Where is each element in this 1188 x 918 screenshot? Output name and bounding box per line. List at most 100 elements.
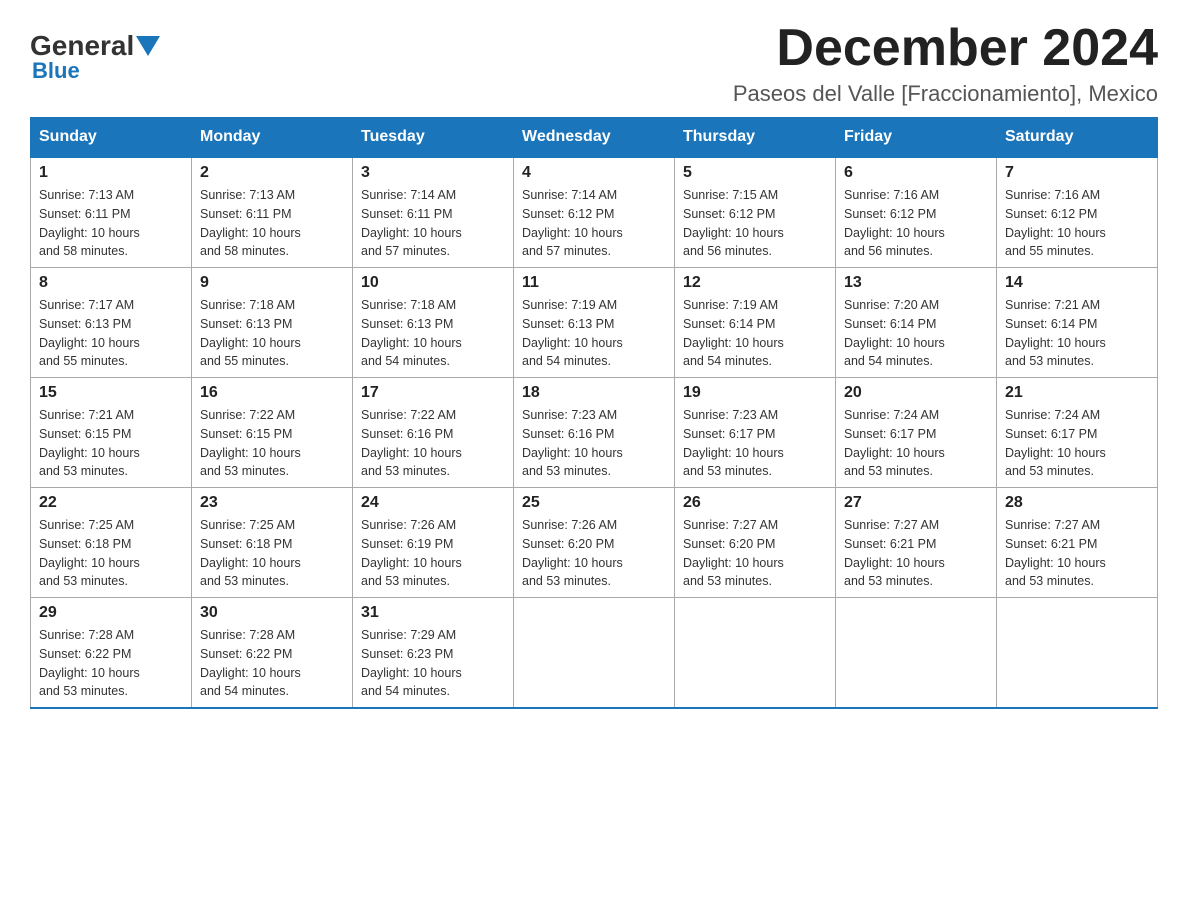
day-info: Sunrise: 7:13 AMSunset: 6:11 PMDaylight:… — [200, 186, 344, 261]
day-info: Sunrise: 7:22 AMSunset: 6:16 PMDaylight:… — [361, 406, 505, 481]
calendar-week-row: 15 Sunrise: 7:21 AMSunset: 6:15 PMDayligh… — [31, 378, 1158, 488]
calendar-day-cell: 24Sunrise: 7:26 AMSunset: 6:19 PMDayligh… — [353, 488, 514, 598]
day-info: Sunrise: 7:14 AMSunset: 6:12 PMDaylight:… — [522, 186, 666, 261]
day-number: 9 — [200, 274, 344, 292]
day-info: Sunrise: 7:25 AMSunset: 6:18 PMDaylight:… — [39, 516, 183, 591]
calendar-day-cell: 1 Sunrise: 7:13 AMSunset: 6:11 PMDaylight… — [31, 157, 192, 268]
day-number: 4 — [522, 164, 666, 182]
day-number: 31 — [361, 604, 505, 622]
day-number: 12 — [683, 274, 827, 292]
day-number: 2 — [200, 164, 344, 182]
calendar-week-row: 8 Sunrise: 7:17 AMSunset: 6:13 PMDaylight… — [31, 268, 1158, 378]
day-number: 27 — [844, 494, 988, 512]
calendar-week-row: 1 Sunrise: 7:13 AMSunset: 6:11 PMDaylight… — [31, 157, 1158, 268]
day-info: Sunrise: 7:16 AMSunset: 6:12 PMDaylight:… — [844, 186, 988, 261]
day-info: Sunrise: 7:15 AMSunset: 6:12 PMDaylight:… — [683, 186, 827, 261]
calendar-day-cell: 19 Sunrise: 7:23 AMSunset: 6:17 PMDayligh… — [675, 378, 836, 488]
calendar-day-cell — [997, 598, 1158, 709]
day-number: 14 — [1005, 274, 1149, 292]
day-number: 10 — [361, 274, 505, 292]
calendar-day-cell: 26 Sunrise: 7:27 AMSunset: 6:20 PMDayligh… — [675, 488, 836, 598]
calendar-day-cell: 23 Sunrise: 7:25 AMSunset: 6:18 PMDayligh… — [192, 488, 353, 598]
day-info: Sunrise: 7:28 AMSunset: 6:22 PMDaylight:… — [200, 626, 344, 701]
day-number: 8 — [39, 274, 183, 292]
day-of-week-header: Sunday — [31, 118, 192, 158]
calendar-day-cell: 20Sunrise: 7:24 AMSunset: 6:17 PMDayligh… — [836, 378, 997, 488]
day-of-week-header: Friday — [836, 118, 997, 158]
day-number: 19 — [683, 384, 827, 402]
day-info: Sunrise: 7:20 AMSunset: 6:14 PMDaylight:… — [844, 296, 988, 371]
calendar-day-cell: 16Sunrise: 7:22 AMSunset: 6:15 PMDayligh… — [192, 378, 353, 488]
day-info: Sunrise: 7:21 AMSunset: 6:14 PMDaylight:… — [1005, 296, 1149, 371]
day-info: Sunrise: 7:23 AMSunset: 6:17 PMDaylight:… — [683, 406, 827, 481]
day-number: 15 — [39, 384, 183, 402]
calendar-day-cell: 25 Sunrise: 7:26 AMSunset: 6:20 PMDayligh… — [514, 488, 675, 598]
calendar-day-cell: 18 Sunrise: 7:23 AMSunset: 6:16 PMDayligh… — [514, 378, 675, 488]
logo-blue-text: Blue — [32, 58, 162, 84]
calendar-day-cell: 12 Sunrise: 7:19 AMSunset: 6:14 PMDayligh… — [675, 268, 836, 378]
calendar-day-cell: 9 Sunrise: 7:18 AMSunset: 6:13 PMDaylight… — [192, 268, 353, 378]
day-info: Sunrise: 7:17 AMSunset: 6:13 PMDaylight:… — [39, 296, 183, 371]
day-info: Sunrise: 7:23 AMSunset: 6:16 PMDaylight:… — [522, 406, 666, 481]
day-number: 5 — [683, 164, 827, 182]
day-info: Sunrise: 7:18 AMSunset: 6:13 PMDaylight:… — [361, 296, 505, 371]
day-info: Sunrise: 7:18 AMSunset: 6:13 PMDaylight:… — [200, 296, 344, 371]
day-number: 18 — [522, 384, 666, 402]
day-of-week-header: Saturday — [997, 118, 1158, 158]
day-info: Sunrise: 7:24 AMSunset: 6:17 PMDaylight:… — [844, 406, 988, 481]
day-number: 1 — [39, 164, 183, 182]
calendar-day-cell: 13 Sunrise: 7:20 AMSunset: 6:14 PMDayligh… — [836, 268, 997, 378]
title-block: December 2024 Paseos del Valle [Fraccion… — [733, 20, 1158, 107]
day-info: Sunrise: 7:24 AMSunset: 6:17 PMDaylight:… — [1005, 406, 1149, 481]
calendar-day-cell: 21 Sunrise: 7:24 AMSunset: 6:17 PMDayligh… — [997, 378, 1158, 488]
day-number: 6 — [844, 164, 988, 182]
calendar-day-cell: 4 Sunrise: 7:14 AMSunset: 6:12 PMDaylight… — [514, 157, 675, 268]
calendar-day-cell: 14 Sunrise: 7:21 AMSunset: 6:14 PMDayligh… — [997, 268, 1158, 378]
day-info: Sunrise: 7:29 AMSunset: 6:23 PMDaylight:… — [361, 626, 505, 701]
day-number: 3 — [361, 164, 505, 182]
day-info: Sunrise: 7:27 AMSunset: 6:20 PMDaylight:… — [683, 516, 827, 591]
day-number: 25 — [522, 494, 666, 512]
day-number: 26 — [683, 494, 827, 512]
calendar-day-cell: 3 Sunrise: 7:14 AMSunset: 6:11 PMDaylight… — [353, 157, 514, 268]
day-info: Sunrise: 7:14 AMSunset: 6:11 PMDaylight:… — [361, 186, 505, 261]
calendar-day-cell: 22Sunrise: 7:25 AMSunset: 6:18 PMDayligh… — [31, 488, 192, 598]
calendar-day-cell: 29Sunrise: 7:28 AMSunset: 6:22 PMDayligh… — [31, 598, 192, 709]
day-of-week-header: Tuesday — [353, 118, 514, 158]
day-number: 23 — [200, 494, 344, 512]
page-header: General Blue December 2024 Paseos del Va… — [30, 20, 1158, 107]
day-info: Sunrise: 7:22 AMSunset: 6:15 PMDaylight:… — [200, 406, 344, 481]
calendar-header-row: SundayMondayTuesdayWednesdayThursdayFrid… — [31, 118, 1158, 158]
day-info: Sunrise: 7:13 AMSunset: 6:11 PMDaylight:… — [39, 186, 183, 261]
day-number: 13 — [844, 274, 988, 292]
logo-triangle-icon — [136, 36, 160, 56]
day-info: Sunrise: 7:21 AMSunset: 6:15 PMDaylight:… — [39, 406, 183, 481]
day-number: 21 — [1005, 384, 1149, 402]
day-of-week-header: Monday — [192, 118, 353, 158]
day-number: 30 — [200, 604, 344, 622]
day-info: Sunrise: 7:27 AMSunset: 6:21 PMDaylight:… — [844, 516, 988, 591]
day-info: Sunrise: 7:16 AMSunset: 6:12 PMDaylight:… — [1005, 186, 1149, 261]
calendar-table: SundayMondayTuesdayWednesdayThursdayFrid… — [30, 117, 1158, 709]
day-info: Sunrise: 7:27 AMSunset: 6:21 PMDaylight:… — [1005, 516, 1149, 591]
calendar-day-cell: 15 Sunrise: 7:21 AMSunset: 6:15 PMDayligh… — [31, 378, 192, 488]
day-info: Sunrise: 7:26 AMSunset: 6:20 PMDaylight:… — [522, 516, 666, 591]
calendar-day-cell: 2 Sunrise: 7:13 AMSunset: 6:11 PMDaylight… — [192, 157, 353, 268]
day-info: Sunrise: 7:19 AMSunset: 6:14 PMDaylight:… — [683, 296, 827, 371]
calendar-day-cell: 8 Sunrise: 7:17 AMSunset: 6:13 PMDaylight… — [31, 268, 192, 378]
logo: General Blue — [30, 30, 162, 84]
calendar-day-cell: 31 Sunrise: 7:29 AMSunset: 6:23 PMDayligh… — [353, 598, 514, 709]
day-number: 17 — [361, 384, 505, 402]
day-of-week-header: Thursday — [675, 118, 836, 158]
month-title: December 2024 — [733, 20, 1158, 77]
day-info: Sunrise: 7:25 AMSunset: 6:18 PMDaylight:… — [200, 516, 344, 591]
location-subtitle: Paseos del Valle [Fraccionamiento], Mexi… — [733, 81, 1158, 107]
calendar-day-cell: 30 Sunrise: 7:28 AMSunset: 6:22 PMDayligh… — [192, 598, 353, 709]
calendar-day-cell — [675, 598, 836, 709]
day-of-week-header: Wednesday — [514, 118, 675, 158]
calendar-day-cell: 10 Sunrise: 7:18 AMSunset: 6:13 PMDayligh… — [353, 268, 514, 378]
calendar-day-cell: 5 Sunrise: 7:15 AMSunset: 6:12 PMDaylight… — [675, 157, 836, 268]
calendar-day-cell: 27 Sunrise: 7:27 AMSunset: 6:21 PMDayligh… — [836, 488, 997, 598]
calendar-day-cell: 7 Sunrise: 7:16 AMSunset: 6:12 PMDaylight… — [997, 157, 1158, 268]
day-number: 7 — [1005, 164, 1149, 182]
